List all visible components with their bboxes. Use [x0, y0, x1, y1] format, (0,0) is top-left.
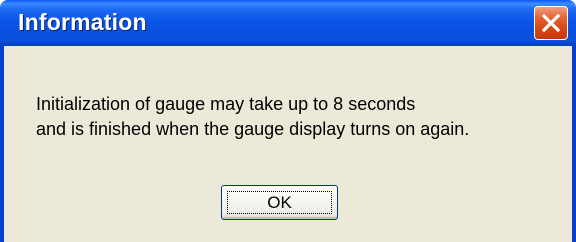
ok-button-label: OK — [267, 193, 292, 212]
message-line-1: Initialization of gauge may take up to 8… — [36, 94, 416, 114]
information-dialog: Information Initialization of gauge may … — [0, 0, 576, 242]
dialog-message: Initialization of gauge may take up to 8… — [36, 92, 469, 142]
dialog-body: Initialization of gauge may take up to 8… — [4, 46, 572, 242]
ok-button[interactable]: OK — [221, 185, 338, 220]
dialog-title: Information — [18, 9, 147, 35]
close-button[interactable] — [534, 6, 568, 40]
title-bar[interactable]: Information — [0, 0, 576, 46]
close-icon — [541, 13, 561, 33]
message-line-2: and is finished when the gauge display t… — [36, 119, 470, 139]
